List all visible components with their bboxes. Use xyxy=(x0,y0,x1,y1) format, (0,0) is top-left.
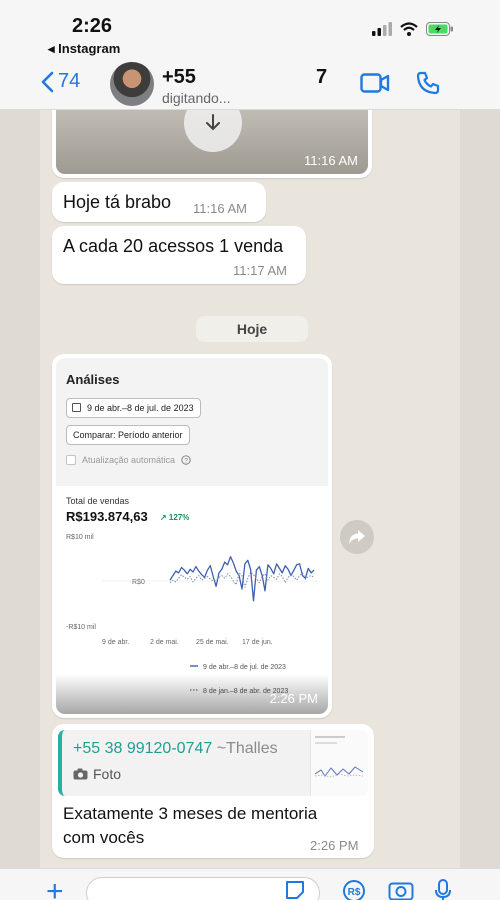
right-shade xyxy=(460,110,500,868)
reply-message[interactable]: +55 38 99120-0747 ~Thalles Foto Exatamen… xyxy=(52,724,374,858)
sticker-icon[interactable] xyxy=(284,879,306,900)
message-time: 2:26 PM xyxy=(269,691,318,706)
metric-label: Total de vendas xyxy=(66,496,130,506)
x-tick-label: 25 de mai. xyxy=(196,639,229,646)
compare-button: Comparar: Período anterior xyxy=(66,425,190,445)
x-tick-label: 9 de abr. xyxy=(102,639,129,646)
forward-icon xyxy=(349,530,365,544)
voice-call-icon[interactable] xyxy=(416,71,440,95)
y-tick-label: R$10 mil xyxy=(66,534,94,541)
left-shade xyxy=(0,110,40,868)
camera-icon[interactable] xyxy=(388,879,414,900)
battery-icon xyxy=(426,22,453,36)
message-text: Hoje tá brabo xyxy=(63,192,172,212)
x-tick-label: 2 de mai. xyxy=(150,639,179,646)
wifi-icon xyxy=(400,22,418,36)
auto-update-label: Atualização automática xyxy=(82,455,176,465)
chevron-left-icon xyxy=(41,71,54,92)
redaction-mask xyxy=(204,64,304,86)
screenshot-message[interactable]: Análises 9 de abr.–8 de jul. de 2023 Com… xyxy=(52,354,332,718)
payment-icon[interactable]: R$ xyxy=(342,879,366,900)
chat-header: 74 +55 7 digitando... xyxy=(0,60,500,110)
attach-plus-button[interactable]: + xyxy=(46,877,64,900)
date-range-button: 9 de abr.–8 de jul. de 2023 xyxy=(66,398,201,418)
text-message[interactable]: Hoje tá brabo 11:16 AM xyxy=(52,182,266,222)
contact-name[interactable]: +55 xyxy=(162,66,196,89)
text-message[interactable]: A cada 20 acessos 1 venda 11:17 AM xyxy=(52,226,306,284)
analytics-title: Análises xyxy=(66,372,120,387)
video-call-icon[interactable] xyxy=(360,72,390,94)
message-time: 2:26 PM xyxy=(310,838,359,853)
auto-update-option: Atualização automática ? xyxy=(66,455,191,465)
forward-button[interactable] xyxy=(340,520,374,554)
chat-area[interactable]: 11:16 AM Hoje tá brabo 11:16 AM A cada 2… xyxy=(0,110,500,868)
date-range-label: 9 de abr.–8 de jul. de 2023 xyxy=(87,403,194,413)
quoted-type-label: Foto xyxy=(93,766,122,782)
checkbox xyxy=(66,455,76,465)
image-placeholder: 11:16 AM xyxy=(56,110,368,174)
quoted-number: +55 38 99120-0747 xyxy=(73,740,213,757)
camera-icon xyxy=(73,768,88,780)
signal-icon xyxy=(372,22,392,36)
unread-count: 74 xyxy=(58,70,81,92)
quoted-type: Foto xyxy=(73,766,121,782)
message-text-line1: Exatamente 3 meses de mentoria xyxy=(63,804,318,823)
message-time: 11:16 AM xyxy=(304,153,358,168)
svg-text:?: ? xyxy=(184,457,188,464)
svg-text:R$: R$ xyxy=(348,887,361,898)
typing-status: digitando... xyxy=(162,90,231,106)
microphone-icon[interactable] xyxy=(434,879,452,900)
status-icons xyxy=(372,22,454,36)
message-time: 11:16 AM xyxy=(193,201,247,216)
y-tick-label: R$0 xyxy=(132,579,145,586)
composer-bar: + R$ xyxy=(0,868,500,900)
download-arrow-icon xyxy=(206,114,220,131)
back-button[interactable]: 74 xyxy=(40,70,80,93)
metric-value: R$193.874,63 xyxy=(66,509,148,524)
y-tick-label: -R$10 mil xyxy=(66,624,96,631)
quoted-alias: ~Thalles xyxy=(212,740,278,757)
quoted-thumbnail xyxy=(310,730,368,796)
date-separator: Hoje xyxy=(196,316,308,342)
download-button[interactable] xyxy=(184,110,242,152)
analytics-screenshot: Análises 9 de abr.–8 de jul. de 2023 Com… xyxy=(56,358,328,714)
message-time: 11:17 AM xyxy=(233,263,287,278)
image-message[interactable]: 11:16 AM xyxy=(52,110,372,178)
contact-name-end[interactable]: 7 xyxy=(316,66,327,89)
message-text: A cada 20 acessos 1 venda xyxy=(63,236,284,256)
contact-avatar[interactable] xyxy=(110,62,154,106)
metric-growth: ↗ 127% xyxy=(160,513,190,522)
quoted-sender: +55 38 99120-0747 ~Thalles xyxy=(73,740,278,758)
status-time: 2:26 xyxy=(72,15,113,37)
legend-label: 9 de abr.–8 de jul. de 2023 xyxy=(203,664,286,671)
back-to-app-link[interactable]: ◂ Instagram xyxy=(48,41,120,57)
message-text-line2: com vocês xyxy=(63,828,145,847)
quoted-message[interactable]: +55 38 99120-0747 ~Thalles Foto xyxy=(58,730,368,796)
status-bar: 2:26 ◂ Instagram xyxy=(0,0,500,60)
thumbnail-chart-icon xyxy=(314,736,364,778)
calendar-icon xyxy=(72,403,81,412)
help-icon: ? xyxy=(181,455,191,465)
x-tick-label: 17 de jun. xyxy=(242,639,273,646)
